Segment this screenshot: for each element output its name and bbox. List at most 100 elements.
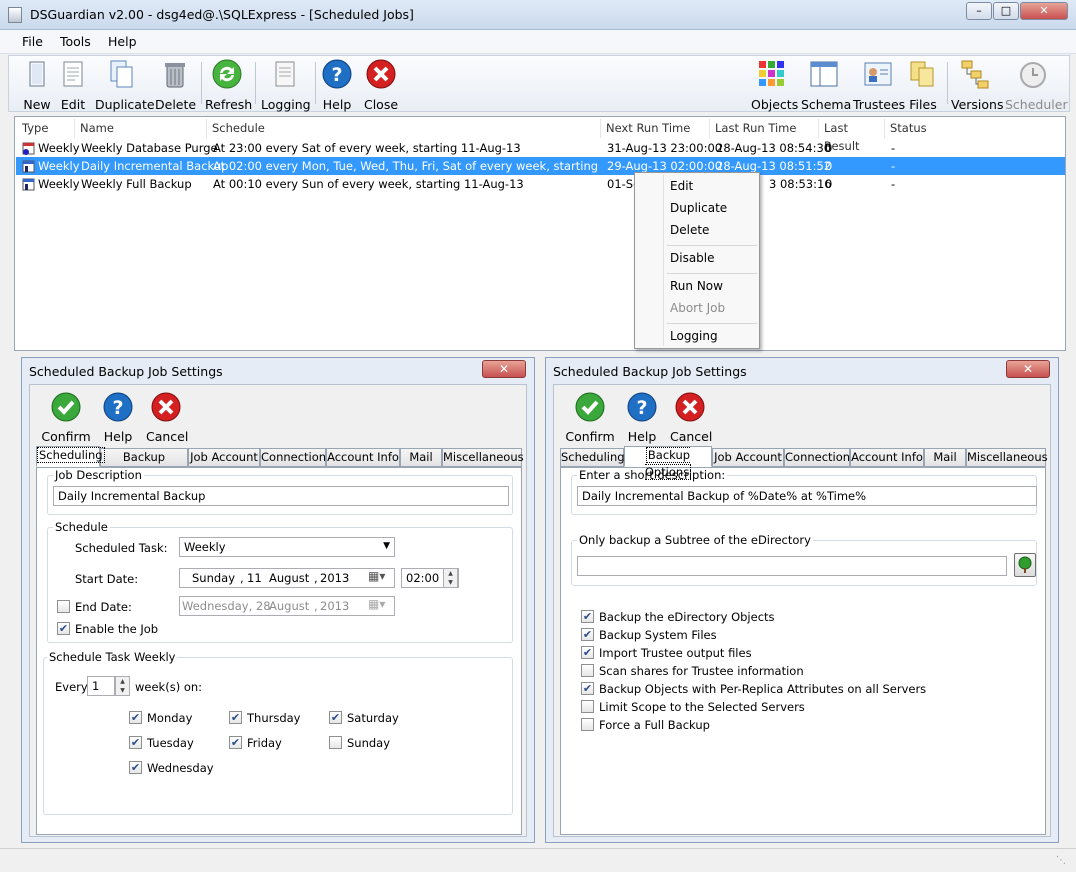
window-close-button[interactable]: ✕ — [1020, 2, 1068, 20]
limit-scope-checkbox[interactable] — [581, 700, 594, 713]
column-header-last-run[interactable]: Last Run Time — [710, 119, 819, 138]
objects-button[interactable]: Objects — [751, 58, 798, 112]
table-row[interactable]: Weekly Daily Incremental Backup At 02:00… — [16, 157, 1065, 175]
column-header-name[interactable]: Name — [75, 119, 207, 138]
tab-miscellaneous[interactable]: Miscellaneous — [966, 448, 1048, 467]
column-header-status[interactable]: Status — [885, 119, 1063, 138]
menu-item-delete[interactable]: Delete — [670, 223, 709, 237]
cancel-button[interactable]: Cancel — [146, 391, 188, 444]
refresh-button[interactable]: Refresh — [205, 58, 252, 112]
tuesday-checkbox[interactable]: ✔ — [129, 736, 142, 749]
backup-edirectory-objects-checkbox[interactable]: ✔ — [581, 610, 594, 623]
every-weeks-spinner[interactable]: ▲ ▼ — [115, 676, 130, 696]
end-date-picker[interactable]: Wednesday, 28 August , 2013 ▦▾ — [179, 596, 395, 616]
edit-button[interactable]: Edit — [55, 58, 91, 112]
menu-item-logging[interactable]: Logging — [670, 329, 718, 343]
tab-job-account[interactable]: Job Account — [712, 448, 784, 467]
start-time-value: 02:00 — [406, 571, 440, 585]
panel-help-button[interactable]: ? Help — [100, 391, 136, 444]
resize-grip-icon[interactable]: ⋱ — [1056, 855, 1066, 866]
table-row[interactable]: Weekly Weekly Database Purge At 23:00 ev… — [16, 139, 1065, 157]
column-header-last-result[interactable]: Last Result — [819, 119, 885, 153]
table-row[interactable]: Weekly Weekly Full Backup At 00:10 every… — [16, 175, 1065, 193]
job-description-input[interactable]: Daily Incremental Backup — [53, 486, 509, 506]
tab-miscellaneous[interactable]: Miscellaneous — [442, 448, 524, 467]
tab-mail[interactable]: Mail — [924, 448, 966, 467]
menu-item-run-now[interactable]: Run Now — [670, 279, 723, 293]
tab-scheduling[interactable]: Scheduling — [36, 446, 105, 467]
tab-mail[interactable]: Mail — [400, 448, 442, 467]
confirm-button[interactable]: Confirm — [564, 391, 616, 444]
end-date-checkbox[interactable] — [57, 600, 70, 613]
short-description-input[interactable]: Daily Incremental Backup of %Date% at %T… — [577, 486, 1037, 506]
close-icon — [366, 59, 396, 89]
column-header-next-run[interactable]: Next Run Time — [601, 119, 710, 138]
versions-button[interactable]: Versions — [951, 58, 1003, 112]
menu-tools[interactable]: Tools — [60, 34, 91, 49]
monday-checkbox[interactable]: ✔ — [129, 711, 142, 724]
menu-item-edit[interactable]: Edit — [670, 179, 693, 193]
tab-connection[interactable]: Connection — [784, 448, 850, 467]
minimize-button[interactable]: – — [966, 2, 992, 20]
panel-help-button[interactable]: ? Help — [624, 391, 660, 444]
scheduled-jobs-list[interactable]: Type Name Schedule Next Run Time Last Ru… — [14, 116, 1066, 351]
job-schedule-cell: At 00:10 every Sun of every week, starti… — [213, 177, 524, 191]
column-header-schedule[interactable]: Schedule — [207, 119, 601, 138]
menu-help[interactable]: Help — [108, 34, 137, 49]
new-button[interactable]: New — [19, 58, 55, 112]
duplicate-label: Duplicate — [95, 97, 155, 112]
schema-button[interactable]: Schema — [801, 58, 851, 112]
tab-scheduling[interactable]: Scheduling — [560, 448, 625, 467]
column-header-type[interactable]: Type — [17, 119, 75, 138]
menu-item-disable[interactable]: Disable — [670, 251, 715, 265]
menu-file[interactable]: File — [22, 34, 43, 49]
duplicate-button[interactable]: Duplicate — [95, 58, 155, 112]
every-weeks-input[interactable]: 1 — [87, 676, 115, 696]
sunday-checkbox[interactable] — [329, 736, 342, 749]
tab-account-info[interactable]: Account Info — [850, 448, 924, 467]
close-button[interactable]: Close — [361, 58, 401, 112]
scheduler-button[interactable]: Scheduler — [1005, 58, 1068, 112]
sunday-label: Sunday — [347, 736, 391, 750]
logging-button[interactable]: Logging — [261, 58, 311, 112]
help-button[interactable]: ? Help — [319, 58, 355, 112]
weeks-on-label: week(s) on: — [135, 680, 203, 694]
menu-item-duplicate[interactable]: Duplicate — [670, 201, 727, 215]
browse-tree-button[interactable] — [1014, 553, 1036, 577]
panel-close-button[interactable]: ✕ — [482, 360, 526, 378]
date-separator: , — [240, 571, 244, 585]
friday-checkbox[interactable]: ✔ — [229, 736, 242, 749]
tab-backup-options[interactable]: Backup Options — [100, 448, 188, 481]
versions-tree-icon — [961, 60, 989, 89]
trustees-button[interactable]: Trustees — [853, 58, 905, 112]
backup-system-files-checkbox[interactable]: ✔ — [581, 628, 594, 641]
maximize-button[interactable]: □ — [993, 2, 1019, 20]
menu-item-abort-job[interactable]: Abort Job — [670, 301, 725, 315]
job-status-cell: - — [891, 159, 896, 173]
tab-account-info[interactable]: Account Info — [326, 448, 400, 467]
tab-connection[interactable]: Connection — [260, 448, 326, 467]
files-button[interactable]: Files — [905, 58, 941, 112]
delete-button[interactable]: Delete — [155, 58, 196, 112]
per-replica-attributes-checkbox[interactable]: ✔ — [581, 682, 594, 695]
scan-shares-checkbox[interactable] — [581, 664, 594, 677]
toolbar-separator — [201, 62, 202, 104]
panel-close-button[interactable]: ✕ — [1006, 360, 1050, 378]
job-result-cell: 0 — [825, 177, 833, 191]
monday-label: Monday — [147, 711, 193, 725]
import-trustee-files-checkbox[interactable]: ✔ — [581, 646, 594, 659]
scheduled-task-select[interactable]: Weekly ▼ — [179, 537, 395, 557]
force-full-backup-checkbox[interactable] — [581, 718, 594, 731]
start-date-picker[interactable]: Sunday , 11 August , 2013 ▦▾ — [179, 568, 395, 588]
thursday-checkbox[interactable]: ✔ — [229, 711, 242, 724]
tab-job-account[interactable]: Job Account — [188, 448, 260, 467]
cancel-button[interactable]: Cancel — [670, 391, 712, 444]
enable-job-checkbox[interactable]: ✔ — [57, 622, 70, 635]
tab-backup-options[interactable]: Backup Options — [624, 446, 712, 480]
wednesday-checkbox[interactable]: ✔ — [129, 761, 142, 774]
start-time-spinner[interactable]: ▲ ▼ — [443, 568, 458, 588]
saturday-checkbox[interactable]: ✔ — [329, 711, 342, 724]
toolbar: New Edit Duplicate Delete Refresh Loggin… — [8, 55, 1070, 112]
subtree-input[interactable] — [577, 556, 1007, 576]
confirm-button[interactable]: Confirm — [40, 391, 92, 444]
